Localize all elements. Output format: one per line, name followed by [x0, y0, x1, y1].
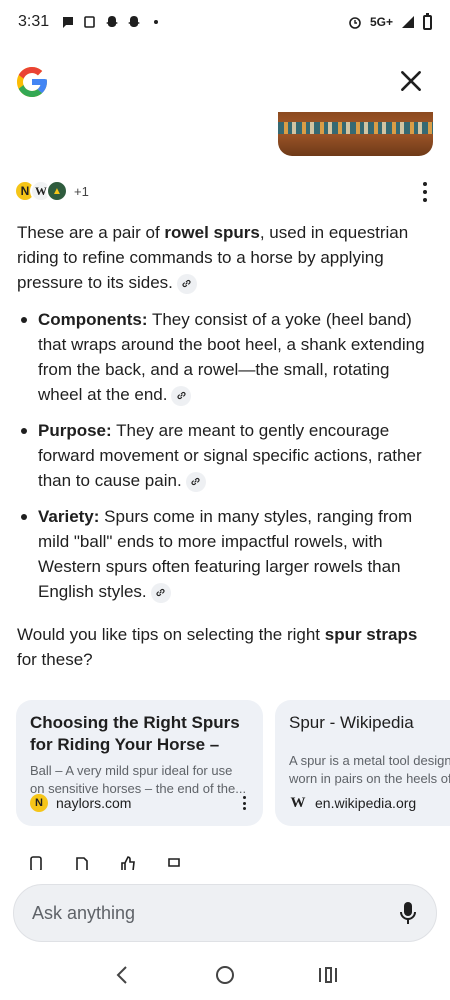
alarm-icon: [349, 17, 361, 29]
card-title: Spur - Wikipedia: [289, 713, 414, 732]
back-icon[interactable]: [110, 963, 134, 987]
home-icon[interactable]: [213, 963, 237, 987]
image-thumbnail[interactable]: [278, 112, 433, 156]
card-more-icon[interactable]: [243, 796, 247, 810]
link-icon[interactable]: [171, 385, 192, 406]
header: [0, 60, 450, 108]
share-icon[interactable]: [74, 856, 90, 870]
response-actions: [28, 856, 228, 870]
source-chips[interactable]: N W ▲ +1: [14, 178, 89, 204]
link-icon[interactable]: [185, 471, 206, 492]
answer-followup: Would you like tips on selecting the rig…: [17, 625, 418, 669]
card-source: N naylors.com: [30, 794, 131, 812]
snapchat-icon-2: [128, 16, 141, 27]
bullet-components: Components: They consist of a yoke (heel…: [17, 307, 433, 407]
link-icon[interactable]: [150, 582, 171, 603]
source-card[interactable]: Choosing the Right Spurs for Riding Your…: [16, 700, 263, 826]
bullet-variety: Variety: Spurs come in many styles, rang…: [17, 504, 433, 604]
recents-icon[interactable]: [316, 963, 340, 987]
source-favicon: ▲: [46, 180, 68, 202]
card-snippet: A spur is a metal tool design worn in pa…: [289, 753, 450, 786]
signal-icon: [402, 16, 414, 28]
google-g-logo: [17, 67, 47, 97]
ask-placeholder: Ask anything: [32, 902, 136, 923]
thumbs-down-icon[interactable]: [166, 856, 182, 870]
wikipedia-favicon: W: [290, 794, 306, 811]
status-bar: 3:31 5G+: [0, 0, 450, 44]
copy-response-icon[interactable]: [28, 856, 44, 870]
source-cards: Choosing the Right Spurs for Riding Your…: [16, 700, 450, 828]
bullet-purpose: Purpose: They are meant to gently encour…: [17, 418, 433, 493]
close-icon[interactable]: [398, 68, 424, 94]
ask-input[interactable]: Ask anything: [13, 884, 437, 942]
source-count: +1: [74, 183, 89, 199]
card-title: Choosing the Right Spurs for Riding Your…: [30, 713, 240, 754]
microphone-icon[interactable]: [398, 900, 418, 926]
card-source: W en.wikipedia.org: [289, 794, 417, 812]
status-time: 3:31: [18, 13, 50, 30]
dot-icon: [154, 20, 159, 24]
answer-bullets: Components: They consist of a yoke (heel…: [17, 307, 433, 604]
link-icon[interactable]: [176, 273, 197, 294]
thumbs-up-icon[interactable]: [120, 856, 136, 870]
more-options-icon[interactable]: [418, 182, 432, 202]
snapchat-icon: [106, 16, 119, 27]
card-source-domain: en.wikipedia.org: [315, 795, 417, 811]
card-source-domain: naylors.com: [56, 795, 132, 811]
message-icon: [63, 17, 74, 28]
ai-answer: These are a pair of rowel spurs, used in…: [17, 220, 433, 672]
naylors-favicon: N: [30, 794, 48, 812]
card-snippet: Ball – A very mild spur ideal for use on…: [30, 763, 247, 796]
source-card[interactable]: Spur - Wikipedia A spur is a metal tool …: [275, 700, 450, 826]
answer-intro: These are a pair of rowel spurs, used in…: [17, 223, 409, 294]
system-nav-bar: [0, 950, 450, 1000]
network-label: 5G+: [369, 15, 393, 29]
battery-icon: [423, 12, 432, 30]
copy-icon: [84, 16, 95, 28]
